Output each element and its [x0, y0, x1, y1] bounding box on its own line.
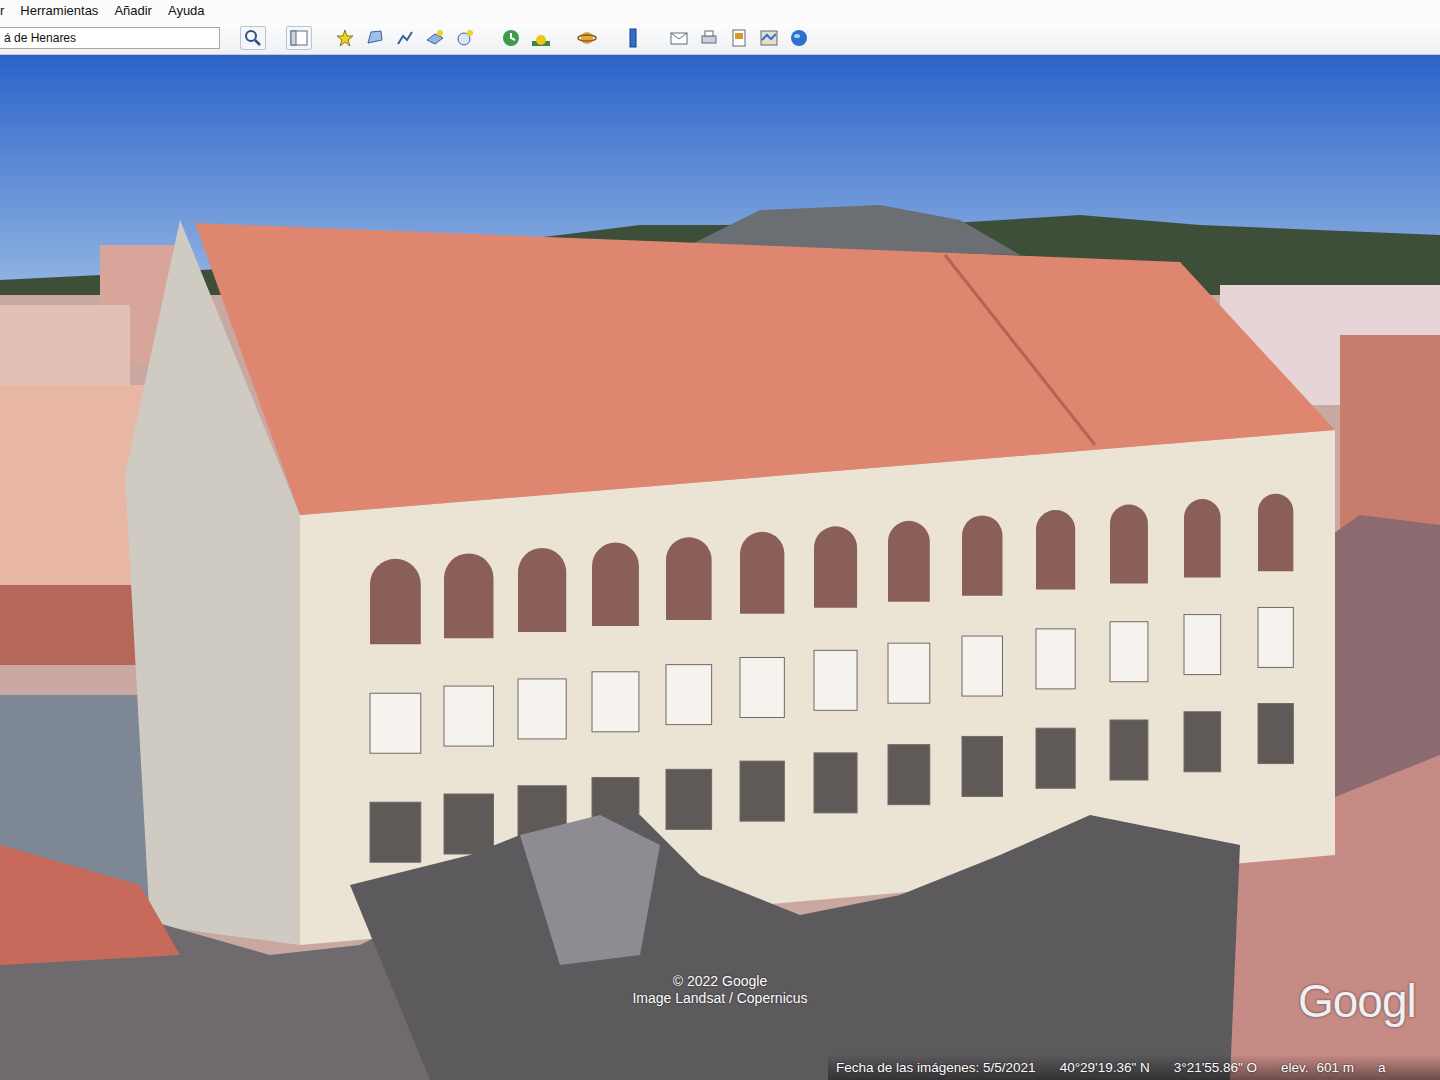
google-logo: Googl — [1298, 973, 1416, 1029]
status-elevation: elev. 601 m — [1281, 1058, 1354, 1080]
menu-bar: r Herramientas Añadir Ayuda — [0, 0, 1440, 22]
save-image-button[interactable] — [726, 26, 752, 50]
attribution-line: © 2022 Google — [560, 973, 880, 990]
attribution: © 2022 GoogleImage Landsat / Copernicus — [560, 973, 880, 1007]
email-button[interactable] — [666, 26, 692, 50]
search-field[interactable] — [0, 27, 220, 49]
planet-icon — [577, 28, 597, 48]
menu-label: Ayuda — [168, 3, 205, 18]
path-icon — [395, 28, 415, 48]
status-longitude: 3°21'55.86" O — [1174, 1058, 1257, 1080]
sun-button[interactable] — [528, 26, 554, 50]
maps-icon — [759, 28, 779, 48]
overlay-button[interactable] — [422, 26, 448, 50]
overlay-icon — [425, 28, 445, 48]
polygon-button[interactable] — [362, 26, 388, 50]
globe-icon — [789, 28, 809, 48]
menu-label: r — [0, 3, 4, 18]
planet-button[interactable] — [574, 26, 600, 50]
elevation-value: 601 m — [1317, 1058, 1355, 1080]
scene-3d[interactable] — [0, 55, 1440, 1080]
elevation-label: elev. — [1281, 1058, 1309, 1080]
menu-item[interactable]: r — [0, 0, 12, 22]
email-icon — [669, 28, 689, 48]
placemark-button[interactable] — [332, 26, 358, 50]
sidebar-button[interactable] — [286, 26, 312, 50]
menu-item[interactable]: Herramientas — [12, 0, 106, 22]
ruler-icon — [623, 28, 643, 48]
print-icon — [699, 28, 719, 48]
status-latitude: 40°29'19.36" N — [1060, 1058, 1150, 1080]
search-button[interactable] — [240, 26, 266, 50]
print-button[interactable] — [696, 26, 722, 50]
save-image-icon — [729, 28, 749, 48]
menu-item[interactable]: Añadir — [106, 0, 160, 22]
placemark-icon — [335, 28, 355, 48]
menu-label: Añadir — [114, 3, 152, 18]
tour-button[interactable] — [452, 26, 478, 50]
status-extra: a — [1378, 1058, 1386, 1080]
history-icon — [501, 28, 521, 48]
menu-label: Herramientas — [20, 3, 98, 18]
status-date: Fecha de las imágenes: 5/5/2021 — [836, 1058, 1036, 1080]
status-bar: Fecha de las imágenes: 5/5/2021 40°29'19.… — [828, 1054, 1440, 1080]
sun-icon — [531, 28, 551, 48]
maps-button[interactable] — [756, 26, 782, 50]
earth-view[interactable]: © 2022 GoogleImage Landsat / Copernicus G… — [0, 55, 1440, 1080]
attribution-line: Image Landsat / Copernicus — [560, 990, 880, 1007]
toolbar — [0, 22, 1440, 55]
history-button[interactable] — [498, 26, 524, 50]
ruler-button[interactable] — [620, 26, 646, 50]
search-icon — [243, 28, 263, 48]
menu-item[interactable]: Ayuda — [160, 0, 213, 22]
globe-button[interactable] — [786, 26, 812, 50]
tour-icon — [455, 28, 475, 48]
sidebar-icon — [289, 28, 309, 48]
path-button[interactable] — [392, 26, 418, 50]
polygon-icon — [365, 28, 385, 48]
